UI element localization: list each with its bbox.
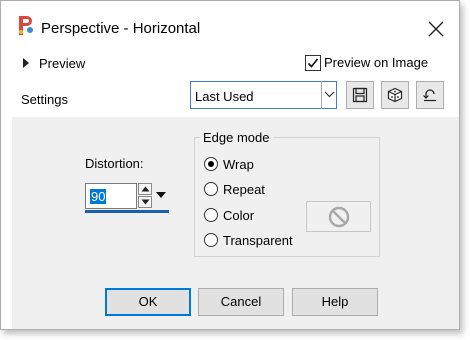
cancel-button[interactable]: Cancel: [198, 288, 284, 316]
radio-repeat-label: Repeat: [223, 182, 265, 197]
edge-mode-title: Edge mode: [200, 130, 273, 145]
no-color-icon: [328, 206, 350, 228]
edge-color-swatch: [306, 201, 371, 232]
app-icon: [16, 14, 34, 36]
dialog-window: Perspective - Horizontal Preview Preview…: [0, 0, 460, 330]
reset-defaults-button[interactable]: [416, 81, 444, 109]
help-button[interactable]: Help: [292, 288, 378, 316]
distortion-value[interactable]: 90: [90, 189, 107, 204]
radio-wrap-label: Wrap: [223, 157, 254, 172]
slider-popup-icon[interactable]: [153, 183, 169, 209]
radio-transparent-button[interactable]: [204, 233, 218, 247]
ok-button[interactable]: OK: [105, 288, 191, 316]
distortion-stepper[interactable]: 90: [85, 183, 169, 214]
dropdown-arrow-icon[interactable]: [321, 81, 337, 109]
title-bar: Perspective - Horizontal: [1, 1, 459, 37]
radio-repeat-button[interactable]: [204, 182, 218, 196]
checkbox-box[interactable]: [305, 55, 321, 71]
save-preset-icon: [352, 87, 368, 103]
spin-down-icon[interactable]: [138, 196, 152, 208]
window-title: Perspective - Horizontal: [41, 20, 201, 37]
distortion-slider-bar[interactable]: [85, 210, 169, 213]
preview-label: Preview: [39, 56, 86, 71]
close-icon[interactable]: [425, 18, 447, 40]
save-preset-button[interactable]: [346, 81, 374, 109]
radio-color-label: Color: [223, 208, 255, 223]
distortion-label: Distortion:: [85, 156, 144, 171]
settings-label: Settings: [21, 92, 68, 107]
expand-triangle-icon: [23, 58, 29, 68]
randomize-icon: [387, 87, 403, 103]
spin-up-icon[interactable]: [138, 183, 152, 195]
distortion-input[interactable]: 90: [85, 183, 137, 209]
randomize-button[interactable]: [381, 81, 409, 109]
preset-value: Last Used: [195, 89, 254, 104]
radio-transparent-label: Transparent: [223, 233, 293, 248]
radio-wrap-button[interactable]: [204, 157, 218, 171]
checkmark-icon: [307, 58, 319, 68]
preview-on-image-label: Preview on Image: [324, 55, 429, 70]
radio-color-button[interactable]: [204, 208, 218, 222]
reset-defaults-icon: [423, 89, 436, 102]
preset-dropdown[interactable]: Last Used: [190, 81, 337, 109]
